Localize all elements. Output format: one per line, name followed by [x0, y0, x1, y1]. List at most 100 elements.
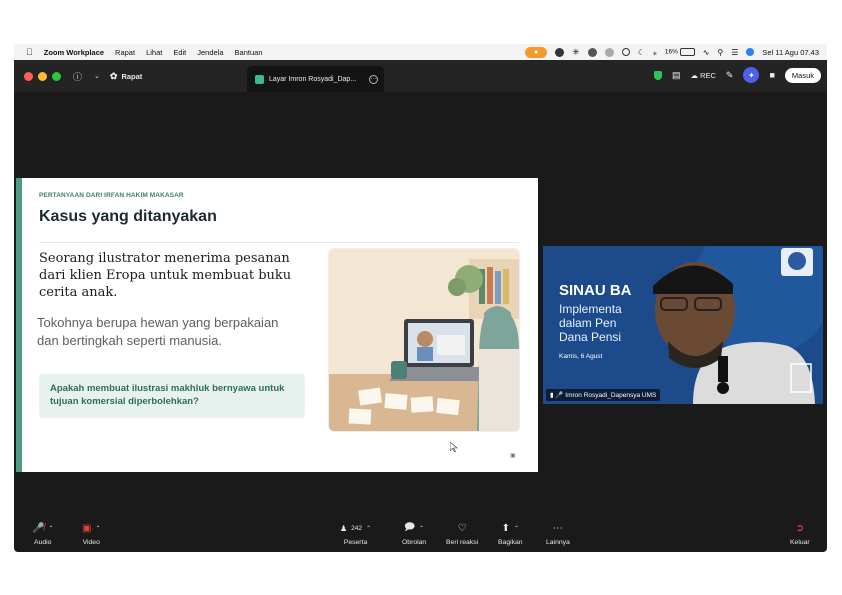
- menu-lihat[interactable]: Lihat: [146, 48, 162, 57]
- mic-icon: 🎤: [555, 392, 564, 399]
- reactions-button[interactable]: ♡ Beri reaksi: [446, 520, 479, 547]
- share-button[interactable]: ⬆ ⌃ Bagikan: [498, 520, 523, 547]
- signin-button[interactable]: Masuk: [784, 67, 821, 83]
- control-center-icon[interactable]: ☰: [731, 48, 738, 57]
- video-label: Video: [82, 539, 100, 546]
- clock[interactable]: Sel 11 Agu 07.43: [762, 48, 819, 57]
- share-label: Bagikan: [498, 539, 523, 546]
- tab-screen-share[interactable]: Layar Imron Rosyadi_Dap... ···: [247, 66, 384, 92]
- battery-indicator[interactable]: 16%: [665, 48, 695, 56]
- slide-kicker: PERTANYAAN DARI IRFAN HAKIM MAKASAR: [39, 192, 184, 199]
- audio-options-caret[interactable]: ⌃: [48, 525, 53, 532]
- toggle-icon[interactable]: [604, 47, 614, 57]
- share-tab-icon: [255, 74, 264, 84]
- menu-bantuan[interactable]: Bantuan: [235, 48, 263, 57]
- participants-caret[interactable]: ⌃: [366, 525, 371, 532]
- video-button[interactable]: ▣ ⌃ Video: [82, 520, 100, 547]
- slide-title: Kasus yang ditanyakan: [39, 208, 217, 225]
- chat-caret[interactable]: ⌃: [419, 525, 424, 532]
- close-window-button[interactable]: [24, 71, 33, 81]
- chevron-down-icon[interactable]: ⌄: [94, 72, 100, 80]
- slide-lead-text: Seorang ilustrator menerima pesanan dari…: [39, 251, 292, 300]
- paw-icon: ✿: [109, 70, 118, 81]
- record-indicator[interactable]: ☁ REC: [690, 71, 715, 80]
- chat-icon: 🗩: [404, 521, 416, 533]
- leave-icon: ➲: [795, 522, 805, 534]
- app-icon[interactable]: ■: [769, 70, 774, 80]
- mic-active-icon[interactable]: ●: [525, 46, 548, 58]
- wifi-icon[interactable]: ∿: [703, 48, 710, 57]
- mic-muted-icon: 🎤̸: [32, 522, 45, 534]
- banner-line-3: Dana Pensi: [559, 330, 622, 344]
- slide-accent-bar: [16, 178, 22, 472]
- question-box: Apakah membuat ilustrasi makhluk bernyaw…: [39, 374, 305, 418]
- bluetooth-icon[interactable]: ⁎: [653, 48, 657, 57]
- minimize-window-button[interactable]: [38, 71, 47, 81]
- divider: [39, 242, 519, 243]
- menu-edit[interactable]: Edit: [173, 48, 186, 57]
- moon-icon[interactable]: ☾: [638, 48, 645, 57]
- banner-line-2: dalam Pen: [559, 316, 617, 330]
- share-screen-icon: ⬆: [501, 522, 510, 534]
- rec-label: REC: [700, 70, 716, 80]
- speaker-video-tile[interactable]: SINAU BA Implementa dalam Pen Dana Pensi…: [543, 246, 823, 404]
- info-icon[interactable]: ⓘ: [73, 70, 82, 83]
- slide-logo-icon: ▣: [510, 453, 516, 459]
- banner-title: SINAU BA: [559, 282, 632, 299]
- eye-icon[interactable]: [587, 47, 597, 57]
- battery-percent: 16%: [664, 48, 678, 56]
- participant-count: 242: [351, 524, 363, 532]
- menu-rapat[interactable]: Rapat: [115, 48, 135, 57]
- more-button[interactable]: ⋯ Lainnya: [546, 520, 570, 547]
- play-circle-icon[interactable]: [621, 48, 630, 56]
- shield-icon[interactable]: [653, 70, 662, 80]
- reactions-label: Beri reaksi: [446, 539, 479, 546]
- participant-name-tag: ▮ 🎤 Imron Rosyadi_Dapensya UMS: [546, 389, 661, 401]
- pen-icon[interactable]: ✎: [726, 70, 734, 81]
- ai-companion-icon[interactable]: ✦: [743, 67, 760, 83]
- status-app-icon[interactable]: [555, 47, 565, 57]
- search-icon[interactable]: ⚲: [717, 48, 723, 57]
- more-icon[interactable]: ···: [369, 74, 378, 84]
- app-menu[interactable]: Zoom Workplace: [44, 48, 104, 57]
- cloud-icon: ☁: [690, 70, 698, 80]
- shared-screen: PERTANYAAN DARI IRFAN HAKIM MAKASAR Kasu…: [16, 178, 538, 472]
- heart-icon: ♡: [457, 522, 467, 534]
- more-label: Lainnya: [546, 539, 570, 546]
- video-options-caret[interactable]: ⌃: [95, 525, 100, 532]
- chat-label: Obrolan: [402, 539, 427, 546]
- camera-off-icon: ▣: [82, 522, 92, 534]
- mouse-cursor-icon: [450, 442, 458, 452]
- fullscreen-window-button[interactable]: [52, 71, 61, 81]
- tab-title: Layar Imron Rosyadi_Dap...: [269, 75, 357, 83]
- meeting-menu[interactable]: ✿ Rapat: [110, 71, 142, 82]
- chat-button[interactable]: 🗩 ⌃ Obrolan: [402, 520, 427, 547]
- share-caret[interactable]: ⌃: [514, 525, 519, 532]
- banner-line-1: Implementa: [559, 302, 622, 316]
- siri-icon[interactable]: [746, 48, 755, 56]
- zoom-window: ⓘ ⌄ ✿ Rapat Layar Imron Rosyadi_Dap... ·…: [14, 60, 827, 552]
- banner-date: Kamis, 6 Agust: [559, 353, 603, 360]
- slide-sub-text: Tokohnya berupa hewan yang berpakaian da…: [37, 315, 279, 348]
- notes-icon[interactable]: ▤: [672, 70, 681, 81]
- battery-icon: [679, 48, 695, 56]
- meeting-label: Rapat: [121, 71, 143, 81]
- menu-jendela[interactable]: Jendela: [197, 48, 223, 57]
- participants-label: Peserta: [343, 539, 368, 546]
- audio-button[interactable]: 🎤̸ ⌃ Audio: [32, 520, 53, 547]
- leave-button[interactable]: ➲ Keluar: [790, 520, 810, 547]
- macos-menubar:  Zoom Workplace Rapat Lihat Edit Jendel…: [14, 44, 827, 60]
- more-dots-icon: ⋯: [552, 522, 563, 534]
- meeting-controls: 🎤̸ ⌃ Audio ▣ ⌃ Video ♟ 242 ⌃ Peserta 🗩 ⌃ Obro…: [14, 512, 827, 552]
- illustration-image: [328, 248, 520, 432]
- window-controls: [14, 71, 61, 81]
- participants-button[interactable]: ♟ 242 ⌃ Peserta: [340, 520, 371, 547]
- leave-label: Keluar: [790, 539, 810, 546]
- apple-icon[interactable]: : [26, 47, 33, 57]
- people-icon: ♟: [340, 523, 348, 533]
- asterisk-icon[interactable]: ✳: [572, 47, 580, 58]
- participant-name: Imron Rosyadi_Dapensya UMS: [565, 392, 657, 399]
- signal-icon: ▮: [550, 392, 554, 399]
- title-bar-actions: ▤ ☁ REC ✎ ✦ ■ Masuk: [653, 67, 821, 83]
- audio-label: Audio: [34, 539, 52, 546]
